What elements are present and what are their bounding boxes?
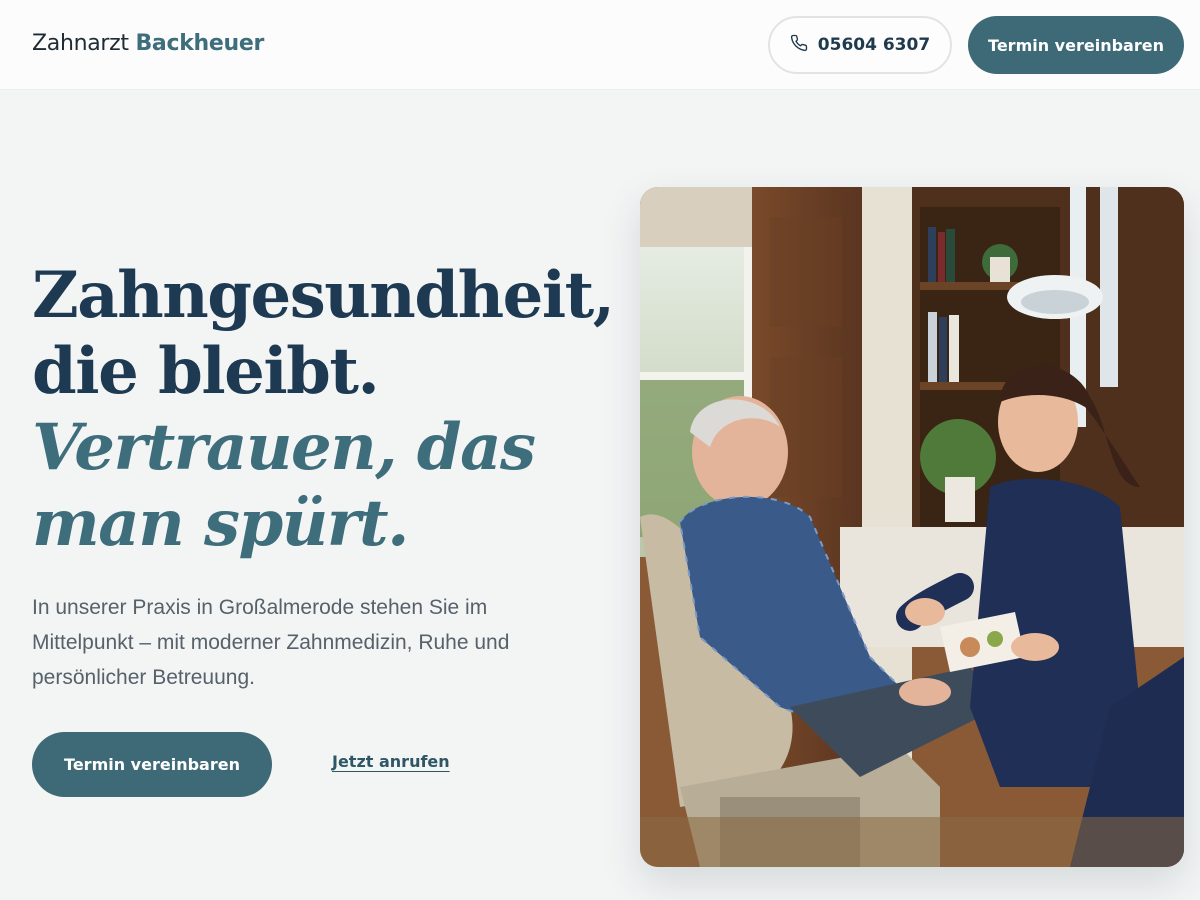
hero-title-line-1: Zahngesundheit,	[32, 258, 615, 333]
hero-photo	[640, 187, 1184, 867]
site-header: Zahnarzt Backheuer 05604 6307 Termin ver…	[0, 0, 1200, 90]
phone-icon	[790, 34, 808, 57]
phone-number: 05604 6307	[817, 35, 931, 55]
phone-button[interactable]: 05604 6307	[768, 16, 952, 74]
call-now-link[interactable]: Jetzt anrufen	[332, 752, 450, 771]
hero-appointment-button[interactable]: Termin vereinbaren	[32, 732, 272, 797]
hero-title: Zahngesundheit, die bleibt. Vertrauen, d…	[32, 258, 615, 562]
dentist-patient-illustration	[640, 187, 1184, 867]
hero-description: In unserer Praxis in Großalmerode stehen…	[32, 596, 510, 689]
hero-title-accent-line-2: man spürt.	[32, 486, 409, 561]
hero-title-accent-line-1: Vertrauen, das	[32, 410, 536, 485]
logo-brand: Backheuer	[135, 31, 265, 56]
header-appointment-button[interactable]: Termin vereinbaren	[968, 16, 1184, 74]
logo[interactable]: Zahnarzt Backheuer	[32, 31, 264, 56]
logo-prefix: Zahnarzt	[32, 31, 129, 56]
hero-title-line-2: die bleibt.	[32, 334, 380, 409]
